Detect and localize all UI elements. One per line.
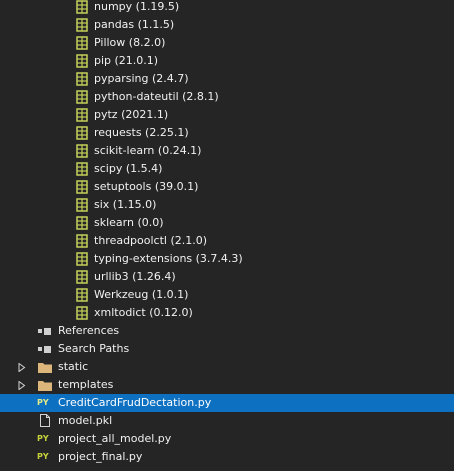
references-node[interactable]: References	[0, 322, 454, 340]
package-icon	[76, 36, 88, 50]
package-item-scikit-learn[interactable]: scikit-learn (0.24.1)	[0, 142, 454, 160]
package-item-pandas[interactable]: pandas (1.1.5)	[0, 16, 454, 34]
package-item-setuptools[interactable]: setuptools (39.0.1)	[0, 178, 454, 196]
package-label: threadpoolctl (2.1.0)	[94, 234, 208, 247]
package-icon	[76, 108, 88, 122]
file-model-pkl[interactable]: model.pkl	[0, 412, 454, 430]
file-label: project_final.py	[58, 450, 143, 463]
references-label: References	[58, 324, 120, 337]
search-paths-icon	[38, 346, 51, 353]
package-label: Pillow (8.2.0)	[94, 36, 166, 49]
package-icon	[76, 198, 88, 212]
package-item-pillow[interactable]: Pillow (8.2.0)	[0, 34, 454, 52]
package-item-python-dateutil[interactable]: python-dateutil (2.8.1)	[0, 88, 454, 106]
folder-templates[interactable]: templates	[0, 376, 454, 394]
expand-arrow-icon[interactable]	[18, 381, 26, 390]
package-item-threadpoolctl[interactable]: threadpoolctl (2.1.0)	[0, 232, 454, 250]
package-item-pip[interactable]: pip (21.0.1)	[0, 52, 454, 70]
file-creditcardfruddectation-py[interactable]: PY CreditCardFrudDectation.py	[0, 394, 454, 412]
package-item-numpy[interactable]: numpy (1.19.5)	[0, 0, 454, 16]
package-item-typing-extensions[interactable]: typing-extensions (3.7.4.3)	[0, 250, 454, 268]
package-icon	[76, 72, 88, 86]
package-item-urllib3[interactable]: urllib3 (1.26.4)	[0, 268, 454, 286]
package-icon	[76, 288, 88, 302]
python-file-icon: PY	[37, 434, 49, 443]
package-icon	[76, 126, 88, 140]
package-icon	[76, 54, 88, 68]
package-item-sklearn[interactable]: sklearn (0.0)	[0, 214, 454, 232]
package-icon	[76, 252, 88, 266]
package-label: setuptools (39.0.1)	[94, 180, 199, 193]
document-file-icon	[40, 414, 50, 427]
package-label: python-dateutil (2.8.1)	[94, 90, 219, 103]
package-label: pytz (2021.1)	[94, 108, 169, 121]
package-label: xmltodict (0.12.0)	[94, 306, 193, 319]
package-icon	[76, 234, 88, 248]
package-label: typing-extensions (3.7.4.3)	[94, 252, 243, 265]
solution-explorer-tree: numpy (1.19.5) pandas (1.1.5) Pillow (8.…	[0, 0, 454, 471]
folder-label: templates	[58, 378, 114, 391]
package-item-scipy[interactable]: scipy (1.5.4)	[0, 160, 454, 178]
file-project-all-model-py[interactable]: PY project_all_model.py	[0, 430, 454, 448]
python-file-icon: PY	[37, 452, 49, 461]
package-label: pip (21.0.1)	[94, 54, 159, 67]
package-icon	[76, 18, 88, 32]
package-item-pytz[interactable]: pytz (2021.1)	[0, 106, 454, 124]
package-item-pyparsing[interactable]: pyparsing (2.4.7)	[0, 70, 454, 88]
references-icon	[38, 328, 51, 335]
package-icon	[76, 270, 88, 284]
package-label: Werkzeug (1.0.1)	[94, 288, 189, 301]
package-icon	[76, 162, 88, 176]
file-label: CreditCardFrudDectation.py	[58, 396, 212, 409]
package-label: requests (2.25.1)	[94, 126, 189, 139]
file-label: model.pkl	[58, 414, 113, 427]
package-icon	[76, 216, 88, 230]
package-item-werkzeug[interactable]: Werkzeug (1.0.1)	[0, 286, 454, 304]
expand-arrow-icon[interactable]	[18, 363, 26, 372]
package-label: pandas (1.1.5)	[94, 18, 175, 31]
package-label: six (1.15.0)	[94, 198, 157, 211]
package-label: urllib3 (1.26.4)	[94, 270, 176, 283]
package-label: sklearn (0.0)	[94, 216, 164, 229]
search-paths-label: Search Paths	[58, 342, 130, 355]
package-label: scipy (1.5.4)	[94, 162, 163, 175]
package-icon	[76, 0, 88, 14]
file-label: project_all_model.py	[58, 432, 172, 445]
package-item-requests[interactable]: requests (2.25.1)	[0, 124, 454, 142]
package-item-six[interactable]: six (1.15.0)	[0, 196, 454, 214]
file-project-final-py[interactable]: PY project_final.py	[0, 448, 454, 466]
package-icon	[76, 90, 88, 104]
search-paths-node[interactable]: Search Paths	[0, 340, 454, 358]
folder-static[interactable]: static	[0, 358, 454, 376]
package-label: numpy (1.19.5)	[94, 0, 180, 13]
package-item-xmltodict[interactable]: xmltodict (0.12.0)	[0, 304, 454, 322]
package-icon	[76, 144, 88, 158]
package-label: pyparsing (2.4.7)	[94, 72, 189, 85]
package-icon	[76, 180, 88, 194]
package-icon	[76, 306, 88, 320]
folder-label: static	[58, 360, 89, 373]
folder-icon	[38, 381, 52, 391]
folder-icon	[38, 363, 52, 373]
package-label: scikit-learn (0.24.1)	[94, 144, 202, 157]
python-file-icon: PY	[37, 398, 49, 407]
